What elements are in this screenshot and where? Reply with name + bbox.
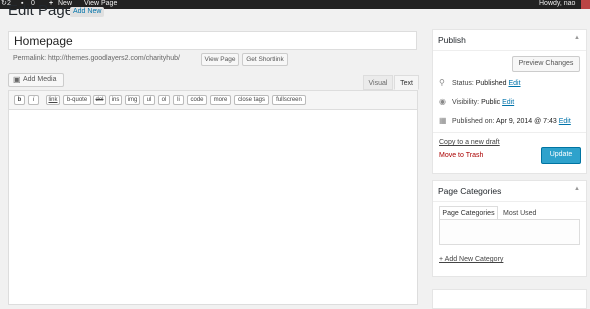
published-on-edit-link[interactable]: Edit	[559, 118, 571, 125]
tab-visual[interactable]: Visual	[363, 75, 393, 90]
howdy-user[interactable]: Howdy, nao	[539, 0, 575, 8]
divider	[433, 201, 586, 202]
visibility-edit-link[interactable]: Edit	[502, 99, 514, 106]
copy-to-draft-link[interactable]: Copy to a new draft	[439, 138, 500, 147]
qt-li-button[interactable]: li	[173, 95, 184, 105]
qt-ol-button[interactable]: ol	[158, 95, 170, 105]
status-row: Status: Published Edit	[452, 79, 521, 88]
update-button[interactable]: Update	[541, 147, 581, 164]
status-edit-link[interactable]: Edit	[508, 80, 520, 87]
qt-bold-button[interactable]: b	[14, 95, 25, 105]
visibility-row: Visibility: Public Edit	[452, 98, 514, 107]
permalink-url[interactable]: http://themes.goodlayers2.com/charityhub…	[48, 55, 180, 62]
published-on-row: Published on: Apr 9, 2014 @ 7:43 Edit	[452, 117, 571, 126]
permalink-label: Permalink:	[13, 55, 47, 62]
qt-close-tags-button[interactable]: close tags	[234, 95, 269, 105]
avatar[interactable]	[581, 0, 590, 9]
visibility-label: Visibility:	[452, 99, 480, 106]
published-on-label: Published on:	[452, 118, 495, 125]
tab-text[interactable]: Text	[394, 75, 419, 90]
publish-title: Publish	[438, 35, 466, 45]
pin-icon: ⚲	[439, 78, 445, 87]
get-shortlink-button[interactable]: Get Shortlink	[242, 53, 288, 66]
next-metabox	[432, 289, 587, 309]
divider	[433, 132, 586, 133]
preview-changes-button[interactable]: Preview Changes	[512, 56, 580, 72]
collapse-icon[interactable]: ▲	[574, 35, 580, 41]
qt-code-button[interactable]: code	[187, 95, 207, 105]
page-categories-title: Page Categories	[438, 186, 502, 196]
qt-more-button[interactable]: more	[210, 95, 231, 105]
collapse-icon[interactable]: ▲	[574, 186, 580, 192]
qt-italic-button[interactable]: i	[28, 95, 39, 105]
tab-most-used[interactable]: Most Used	[503, 209, 536, 218]
quicktags-toolbar: b i link b-quote del ins img ul ol li co…	[9, 91, 417, 110]
permalink: Permalink: http://themes.goodlayers2.com…	[13, 55, 180, 63]
move-to-trash-link[interactable]: Move to Trash	[439, 151, 483, 160]
calendar-icon: ▦	[439, 116, 447, 125]
editor-area[interactable]: b i link b-quote del ins img ul ol li co…	[8, 90, 418, 305]
published-on-value: Apr 9, 2014 @ 7:43	[495, 118, 557, 125]
qt-bquote-button[interactable]: b-quote	[63, 95, 91, 105]
qt-fullscreen-button[interactable]: fullscreen	[272, 95, 306, 105]
add-new-category-link[interactable]: + Add New Category	[439, 255, 503, 264]
media-icon: ▣	[13, 75, 21, 84]
view-page-button[interactable]: View Page	[201, 53, 239, 66]
page-title: Edit Page	[8, 2, 74, 19]
updates-icon[interactable]: ↻	[1, 0, 7, 8]
add-new-button[interactable]: Add New	[70, 7, 105, 17]
status-label: Status:	[452, 80, 474, 87]
qt-link-button[interactable]: link	[46, 95, 60, 105]
page-categories-box: Page Categories ▲ Page Categories Most U…	[432, 180, 587, 277]
qt-img-button[interactable]: img	[125, 95, 140, 105]
add-media-label: Add Media	[23, 76, 57, 83]
visibility-value: Public	[481, 99, 501, 106]
category-checklist[interactable]	[439, 219, 580, 245]
publish-box: Publish ▲ Preview Changes ⚲ Status: Publ…	[432, 29, 587, 174]
qt-ul-button[interactable]: ul	[143, 95, 155, 105]
qt-del-button[interactable]: del	[93, 95, 106, 105]
status-value: Published	[475, 80, 507, 87]
qt-ins-button[interactable]: ins	[109, 95, 122, 105]
eye-icon: ◉	[439, 97, 446, 106]
divider	[433, 50, 586, 51]
title-input[interactable]: Homepage	[8, 31, 417, 50]
add-media-button[interactable]: ▣ Add Media	[8, 73, 64, 87]
tab-all-categories[interactable]: Page Categories	[439, 206, 498, 220]
